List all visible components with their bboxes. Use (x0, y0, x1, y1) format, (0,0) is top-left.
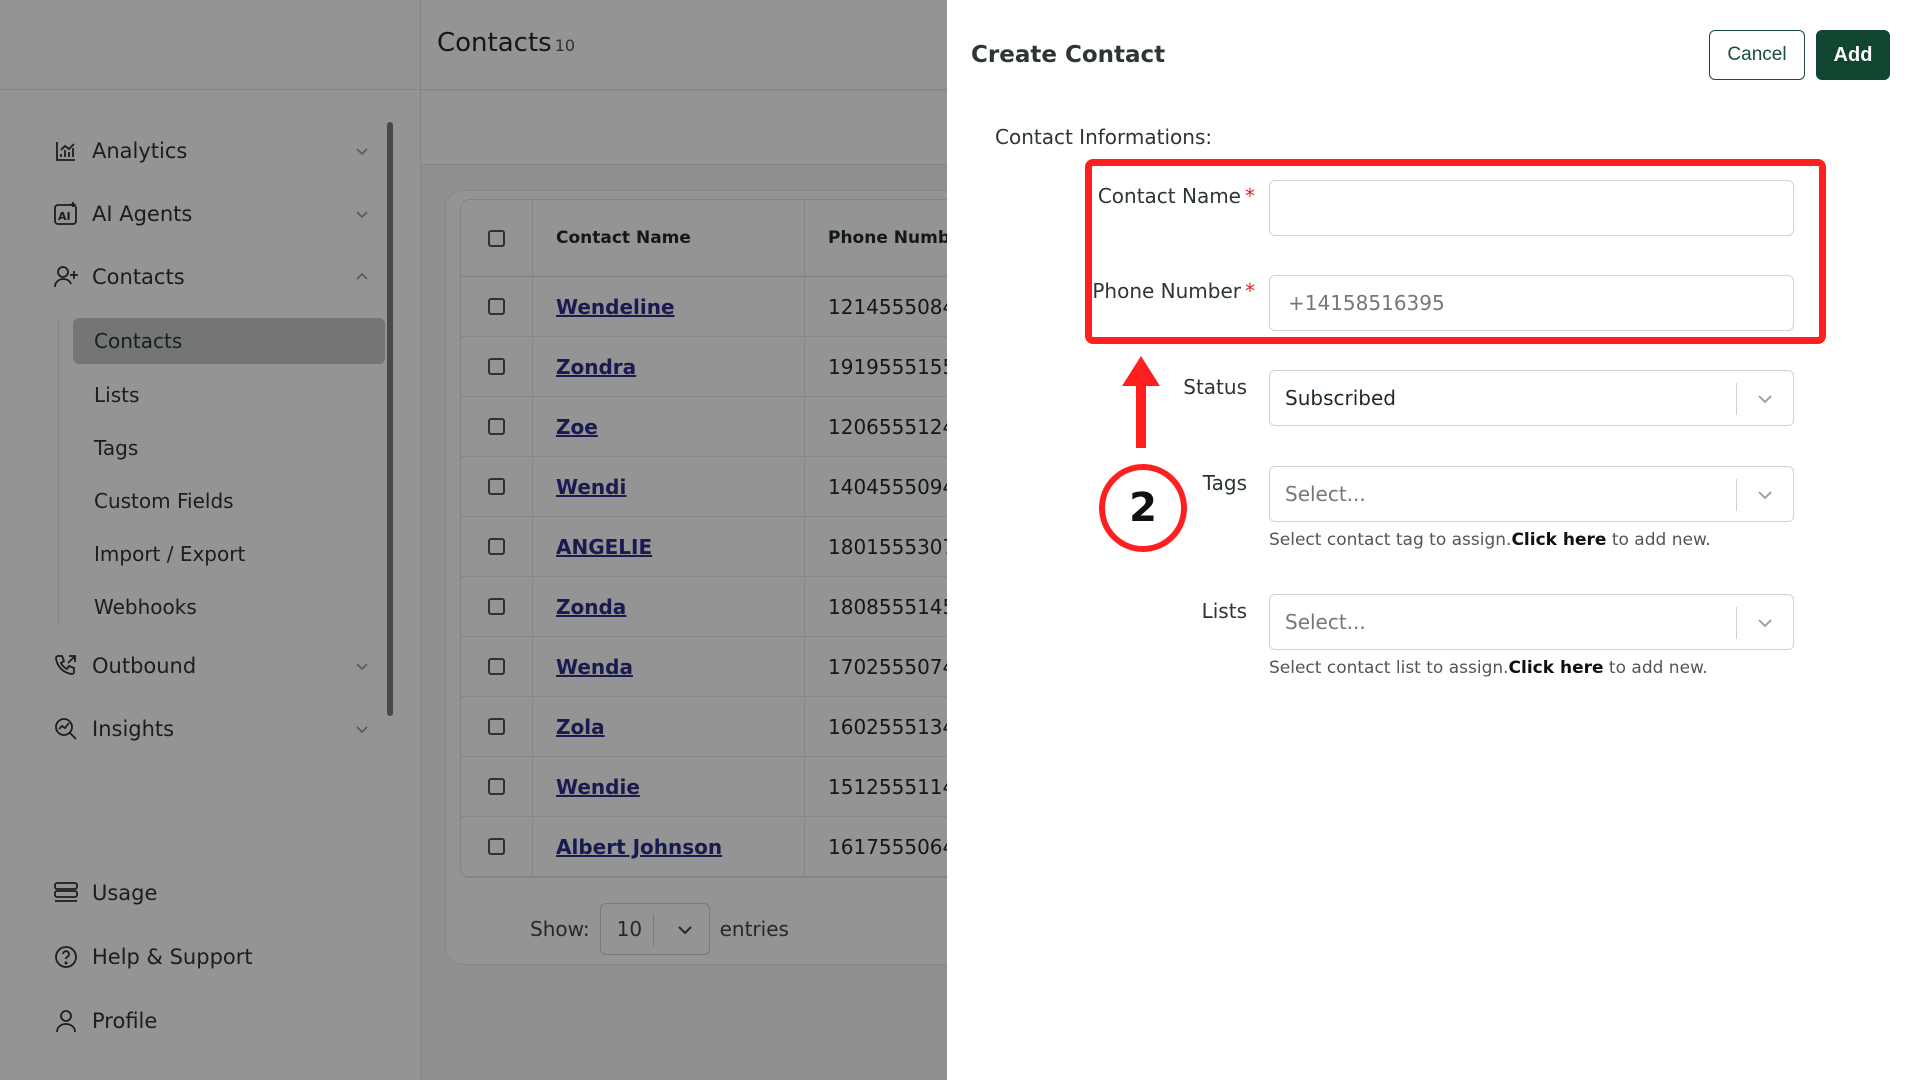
tags-click-here-link[interactable]: Click here (1511, 530, 1606, 550)
tags-help-prefix: Select contact tag to assign. (1269, 530, 1512, 550)
section-label: Contact Informations: (995, 125, 1213, 149)
tags-select[interactable]: Select... (1269, 466, 1794, 522)
status-select[interactable]: Subscribed (1269, 370, 1794, 426)
annotation-arrow-up-icon (1122, 356, 1160, 448)
tags-help-text: Select contact tag to assign.Click here … (1269, 530, 1711, 550)
annotation-step-badge: 2 (1099, 464, 1187, 552)
drawer-title: Create Contact (971, 42, 1166, 68)
tags-help-suffix: to add new. (1606, 530, 1711, 550)
lists-help-text: Select contact list to assign.Click here… (1269, 658, 1708, 678)
add-button[interactable]: Add (1816, 30, 1890, 80)
chevron-down-icon (1758, 619, 1772, 628)
chevron-down-icon (1758, 491, 1772, 500)
lists-label: Lists (1201, 599, 1247, 623)
lists-click-here-link[interactable]: Click here (1509, 658, 1604, 678)
tags-placeholder: Select... (1285, 482, 1366, 506)
status-value: Subscribed (1285, 386, 1396, 410)
tags-label: Tags (1202, 471, 1247, 495)
lists-placeholder: Select... (1285, 610, 1366, 634)
select-divider (1736, 479, 1737, 511)
status-label: Status (1183, 375, 1247, 399)
lists-help-prefix: Select contact list to assign. (1269, 658, 1509, 678)
lists-select[interactable]: Select... (1269, 594, 1794, 650)
lists-help-suffix: to add new. (1603, 658, 1708, 678)
annotation-highlight-box (1085, 159, 1826, 344)
chevron-down-icon (1758, 395, 1772, 404)
select-divider (1736, 607, 1737, 639)
step-number: 2 (1129, 485, 1157, 531)
select-divider (1736, 383, 1737, 415)
cancel-button[interactable]: Cancel (1709, 30, 1805, 80)
